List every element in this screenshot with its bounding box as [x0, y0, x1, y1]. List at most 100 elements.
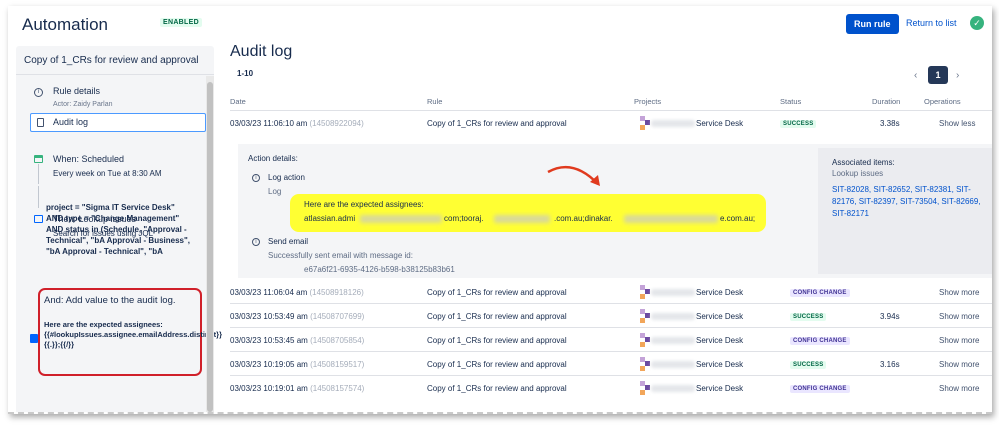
run-rule-button[interactable]: Run rule: [846, 14, 899, 34]
row-project: Service Desk: [696, 119, 744, 128]
project-avatar: [640, 285, 650, 299]
jql-line: project = "Sigma IT Service Desk": [46, 203, 175, 212]
message-id: e67a6f21-6935-4126-b598-b38125b83b61: [304, 265, 455, 274]
status-badge: CONFIG CHANGE: [790, 385, 850, 393]
flow-line: [38, 164, 39, 184]
info-icon: i: [34, 88, 43, 97]
jql-query: project = "Sigma IT Service Desk" AND ty…: [46, 202, 196, 257]
row-rule: Copy of 1_CRs for review and approval: [427, 336, 567, 345]
page-current[interactable]: 1: [928, 66, 948, 84]
divider: [16, 74, 214, 75]
actor-text: Actor: Zaidy Parlan: [53, 101, 113, 108]
project-avatar: [640, 357, 650, 371]
col-date: Date: [230, 97, 246, 106]
search-issues-icon: [34, 215, 43, 223]
col-rule: Rule: [427, 97, 443, 106]
info-icon: i: [252, 174, 260, 182]
col-projects: Projects: [634, 97, 662, 106]
row-date: 03/03/23 10:19:01 am (14508157574): [230, 384, 365, 393]
divider: [230, 303, 992, 304]
row-rule: Copy of 1_CRs for review and approval: [427, 119, 567, 128]
status-badge: CONFIG CHANGE: [790, 337, 850, 345]
row-date: 03/03/23 11:06:10 am (14508922094): [230, 119, 364, 128]
action-details-panel: Action details: i Log action Log Here ar…: [238, 144, 992, 278]
results-range: 1-10: [237, 69, 254, 78]
table-row[interactable]: 03/03/23 10:53:49 am (14508707699) Copy …: [230, 305, 992, 328]
redacted-text: [360, 215, 442, 223]
table-row[interactable]: 03/03/23 11:06:10 am (14508922094) Copy …: [230, 112, 992, 135]
redacted-text: [494, 215, 550, 223]
action-title[interactable]: And: Add value to the audit log.: [44, 295, 184, 306]
table-row[interactable]: 03/03/23 10:19:01 am (14508157574) Copy …: [230, 377, 992, 400]
chevron-right-icon[interactable]: ›: [956, 70, 959, 81]
email-part: com;tooraj.: [444, 214, 484, 223]
associated-items-panel: Associated items: Lookup issues SIT-8202…: [818, 148, 992, 274]
col-operations: Operations: [924, 97, 961, 106]
col-status: Status: [780, 97, 802, 106]
table-row[interactable]: 03/03/23 10:53:45 am (14508705854) Copy …: [230, 329, 992, 352]
log-action-sub: Log: [268, 187, 282, 196]
divider: [230, 375, 992, 376]
jql-line: AND type = "Change Management": [46, 214, 180, 223]
row-date: 03/03/23 11:06:04 am (14508918126): [230, 288, 364, 297]
associated-issue-links[interactable]: SIT-82028, SIT-82652, SIT-82381, SIT-821…: [832, 184, 992, 220]
table-row[interactable]: 03/03/23 11:06:04 am (14508918126) Copy …: [230, 281, 992, 304]
calendar-icon: [34, 155, 43, 163]
trigger-title[interactable]: When: Scheduled: [53, 154, 124, 164]
redacted-text: [651, 385, 695, 392]
rule-name: Copy of 1_CRs for review and approval: [24, 55, 199, 66]
project-avatar: [640, 333, 650, 347]
show-more-link[interactable]: Show more: [939, 336, 979, 345]
status-badge: SUCCESS: [790, 361, 827, 369]
chevron-left-icon[interactable]: ‹: [914, 70, 917, 81]
app-title: Automation: [22, 15, 108, 34]
row-rule: Copy of 1_CRs for review and approval: [427, 384, 567, 393]
row-date: 03/03/23 10:53:49 am (14508707699): [230, 312, 365, 321]
arrow-icon: [547, 165, 600, 186]
rule-details-link[interactable]: Rule details: [53, 86, 100, 96]
row-date: 03/03/23 10:19:05 am (14508159517): [230, 360, 365, 369]
row-project: Service Desk: [696, 312, 744, 321]
page-title: Audit log: [230, 43, 293, 60]
redacted-text: [651, 337, 695, 344]
enabled-badge: ENABLED: [160, 18, 202, 27]
show-less-link[interactable]: Show less: [939, 119, 975, 128]
return-to-list-link[interactable]: Return to list: [906, 18, 957, 28]
jql-line: "bA Approval - Technical", "bA: [46, 247, 163, 256]
show-more-link[interactable]: Show more: [939, 360, 979, 369]
row-rule: Copy of 1_CRs for review and approval: [427, 312, 567, 321]
redacted-text: [624, 215, 718, 223]
col-duration: Duration: [872, 97, 901, 106]
check-icon: ✓: [970, 16, 984, 30]
trigger-schedule: Every week on Tue at 8:30 AM: [53, 169, 162, 178]
row-project: Service Desk: [696, 336, 744, 345]
associated-items-sub: Lookup issues: [832, 169, 884, 178]
send-email-title: Send email: [268, 237, 309, 246]
send-email-sub: Successfully sent email with message id:: [268, 251, 413, 260]
table-row[interactable]: 03/03/23 10:19:05 am (14508159517) Copy …: [230, 353, 992, 376]
show-more-link[interactable]: Show more: [939, 312, 979, 321]
jql-line: Technical", "bA Approval - Business",: [46, 236, 190, 245]
sidebar-scroll-thumb[interactable]: [207, 82, 213, 412]
show-more-link[interactable]: Show more: [939, 384, 979, 393]
audit-action-icon: [30, 334, 38, 343]
show-more-link[interactable]: Show more: [939, 288, 979, 297]
row-project: Service Desk: [696, 384, 744, 393]
row-rule: Copy of 1_CRs for review and approval: [427, 288, 567, 297]
row-project: Service Desk: [696, 360, 744, 369]
row-duration: 3.94s: [880, 312, 900, 321]
flow-line: [38, 186, 39, 208]
divider: [230, 110, 992, 111]
log-action-title: Log action: [268, 173, 305, 182]
project-avatar: [640, 381, 650, 395]
redacted-text: [651, 120, 695, 127]
info-icon: i: [252, 238, 260, 246]
automation-window: Automation ENABLED Run rule Return to li…: [8, 6, 992, 414]
redacted-text: [651, 361, 695, 368]
redacted-text: [651, 313, 695, 320]
email-part: .com.au;dinakar.: [554, 214, 613, 223]
assignees-label: Here are the expected assignees:: [304, 200, 424, 209]
redacted-text: [651, 289, 695, 296]
row-date: 03/03/23 10:53:45 am (14508705854): [230, 336, 365, 345]
status-badge: SUCCESS: [790, 313, 827, 321]
